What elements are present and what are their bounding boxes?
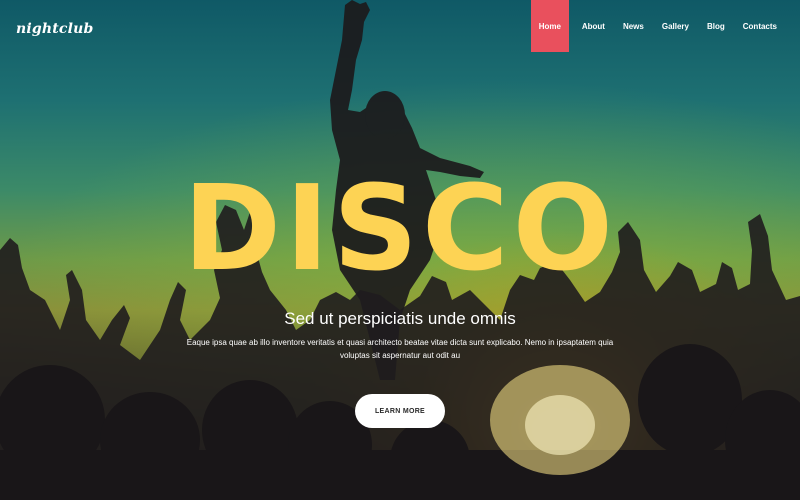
nav-item-about[interactable]: About [573, 0, 614, 52]
hero-title: DISCO [183, 159, 617, 297]
nav-item-blog[interactable]: Blog [698, 0, 734, 52]
nav-item-contacts[interactable]: Contacts [734, 0, 786, 52]
nav-item-news[interactable]: News [614, 0, 653, 52]
main-nav: Home About News Gallery Blog Contacts [530, 0, 786, 52]
site-logo[interactable]: nightclub [16, 21, 94, 37]
nav-item-gallery[interactable]: Gallery [653, 0, 698, 52]
learn-more-button[interactable]: LEARN MORE [355, 394, 445, 428]
hero-description: Eaque ipsa quae ab illo inventore verita… [186, 338, 614, 360]
nav-item-home[interactable]: Home [530, 0, 569, 52]
hero-subtitle: Sed ut perspiciatis unde omnis [284, 309, 516, 328]
